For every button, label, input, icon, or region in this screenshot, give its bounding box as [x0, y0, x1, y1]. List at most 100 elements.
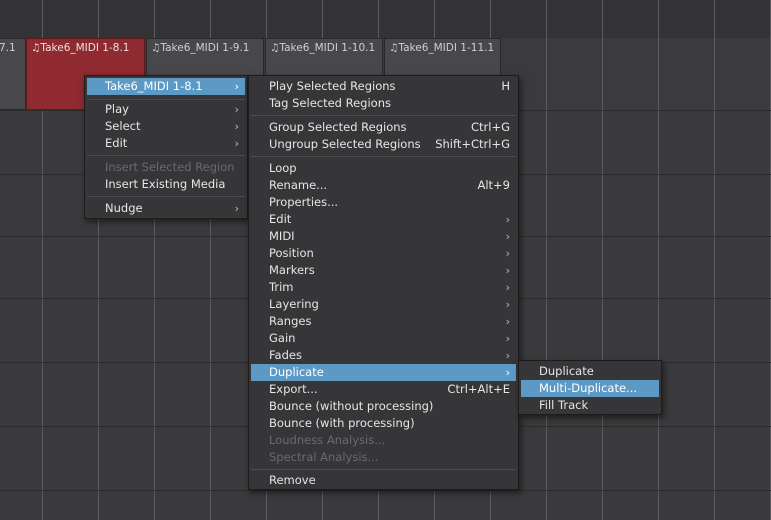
menu-item-label: Play	[105, 102, 129, 116]
grid-line	[714, 0, 715, 520]
shortcut-label: Ctrl+G	[470, 120, 510, 134]
menu-item-label: Duplicate	[539, 364, 594, 378]
menu-item-gain[interactable]: Gain ›	[251, 330, 516, 347]
menu-item-label: Fill Track	[539, 398, 589, 412]
menu-item-label: Select	[105, 119, 141, 133]
shortcut-label: H	[501, 79, 510, 93]
menu-item-loudness-analysis: Loudness Analysis...	[251, 432, 516, 449]
midi-region[interactable]: 7.1	[0, 38, 26, 110]
menu-separator	[251, 156, 516, 157]
chevron-right-icon: ›	[505, 332, 510, 345]
chevron-right-icon: ›	[505, 213, 510, 226]
chevron-right-icon: ›	[505, 366, 510, 379]
menu-item-midi[interactable]: MIDI ›	[251, 228, 516, 245]
menu-item-label: Gain	[269, 331, 296, 345]
menu-item-duplicate[interactable]: Duplicate	[521, 363, 659, 380]
menu-item-label: Tag Selected Regions	[269, 96, 391, 110]
menu-item-label: Spectral Analysis...	[269, 450, 379, 464]
menu-item-label: Group Selected Regions	[269, 120, 407, 134]
track-divider	[0, 490, 771, 491]
menu-item-label: Markers	[269, 263, 315, 277]
menu-separator	[251, 469, 516, 470]
menu-item-select[interactable]: Select ›	[87, 118, 245, 135]
menu-item-remove[interactable]: Remove	[251, 472, 516, 489]
timeline-ruler[interactable]	[0, 0, 771, 38]
menu-item-label: Play Selected Regions	[269, 79, 396, 93]
chevron-right-icon: ›	[234, 137, 239, 150]
menu-item-properties[interactable]: Properties...	[251, 194, 516, 211]
menu-item-position[interactable]: Position ›	[251, 245, 516, 262]
menu-item-label: Rename...	[269, 178, 328, 192]
menu-item-ranges[interactable]: Ranges ›	[251, 313, 516, 330]
menu-item-ungroup-selected-regions[interactable]: Ungroup Selected Regions Shift+Ctrl+G	[251, 136, 516, 153]
chevron-right-icon: ›	[505, 315, 510, 328]
menu-item-group-selected-regions[interactable]: Group Selected Regions Ctrl+G	[251, 119, 516, 136]
menu-item-label: Properties...	[269, 195, 339, 209]
menu-item-markers[interactable]: Markers ›	[251, 262, 516, 279]
region-name: 7.1	[0, 42, 16, 54]
menu-item-label: Duplicate	[269, 365, 324, 379]
menu-item-label: Loop	[269, 161, 297, 175]
menu-item-loop[interactable]: Loop	[251, 160, 516, 177]
menu-item-insert-existing-media[interactable]: Insert Existing Media	[87, 176, 245, 193]
menu-item-play[interactable]: Play ›	[87, 101, 245, 118]
menu-item-bounce-without-processing[interactable]: Bounce (without processing)	[251, 398, 516, 415]
menu-separator	[251, 115, 516, 116]
menu-item-tag-selected-regions[interactable]: Tag Selected Regions	[251, 95, 516, 112]
menu-separator	[87, 196, 245, 197]
menu-item-label: Fades	[269, 348, 302, 362]
menu-item-label: Nudge	[105, 201, 143, 215]
region-name: ♫Take6_MIDI 1-11.1	[389, 42, 495, 54]
chevron-right-icon: ›	[505, 247, 510, 260]
menu-item-play-selected-regions[interactable]: Play Selected Regions H	[251, 78, 516, 95]
menu-item-region-submenu[interactable]: Take6_MIDI 1-8.1 ›	[87, 78, 245, 95]
menu-item-label: Bounce (without processing)	[269, 399, 434, 413]
menu-item-spectral-analysis: Spectral Analysis...	[251, 449, 516, 466]
menu-item-bounce-with-processing[interactable]: Bounce (with processing)	[251, 415, 516, 432]
menu-item-rename[interactable]: Rename... Alt+9	[251, 177, 516, 194]
menu-item-trim[interactable]: Trim ›	[251, 279, 516, 296]
menu-item-label: Remove	[269, 473, 316, 487]
menu-item-edit[interactable]: Edit ›	[251, 211, 516, 228]
menu-item-label: Edit	[105, 136, 128, 150]
menu-item-export[interactable]: Export... Ctrl+Alt+E	[251, 381, 516, 398]
grid-line	[658, 0, 659, 520]
menu-item-fades[interactable]: Fades ›	[251, 347, 516, 364]
menu-item-duplicate[interactable]: Duplicate ›	[251, 364, 516, 381]
menu-item-label: Ungroup Selected Regions	[269, 137, 421, 151]
menu-item-layering[interactable]: Layering ›	[251, 296, 516, 313]
chevron-right-icon: ›	[234, 80, 239, 93]
duplicate-submenu: Duplicate Multi-Duplicate... Fill Track	[518, 360, 662, 415]
region-name: ♫Take6_MIDI 1-8.1	[31, 42, 130, 54]
grid-line	[602, 0, 603, 520]
chevron-right-icon: ›	[505, 298, 510, 311]
menu-item-label: Edit	[269, 212, 292, 226]
menu-item-nudge[interactable]: Nudge ›	[87, 200, 245, 217]
grid-line	[546, 0, 547, 520]
chevron-right-icon: ›	[505, 349, 510, 362]
region-submenu: Play Selected Regions H Tag Selected Reg…	[248, 75, 519, 490]
menu-item-label: Trim	[269, 280, 294, 294]
chevron-right-icon: ›	[505, 281, 510, 294]
menu-item-edit[interactable]: Edit ›	[87, 135, 245, 152]
chevron-right-icon: ›	[505, 230, 510, 243]
menu-item-fill-track[interactable]: Fill Track	[521, 397, 659, 414]
menu-item-label: Insert Existing Media	[105, 177, 226, 191]
chevron-right-icon: ›	[234, 103, 239, 116]
chevron-right-icon: ›	[234, 202, 239, 215]
menu-item-label: Bounce (with processing)	[269, 416, 415, 430]
menu-item-multi-duplicate[interactable]: Multi-Duplicate...	[521, 380, 659, 397]
menu-item-label: Take6_MIDI 1-8.1	[105, 79, 203, 93]
chevron-right-icon: ›	[505, 264, 510, 277]
menu-item-label: Loudness Analysis...	[269, 433, 386, 447]
menu-item-label: Layering	[269, 297, 319, 311]
region-name: ♫Take6_MIDI 1-9.1	[151, 42, 250, 54]
menu-item-label: Position	[269, 246, 314, 260]
shortcut-label: Shift+Ctrl+G	[435, 137, 510, 151]
menu-item-label: Multi-Duplicate...	[539, 381, 638, 395]
shortcut-label: Ctrl+Alt+E	[447, 382, 510, 396]
shortcut-label: Alt+9	[477, 178, 510, 192]
menu-item-label: MIDI	[269, 229, 295, 243]
region-name: ♫Take6_MIDI 1-10.1	[270, 42, 376, 54]
context-menu: Take6_MIDI 1-8.1 › Play › Select › Edit …	[84, 75, 248, 219]
